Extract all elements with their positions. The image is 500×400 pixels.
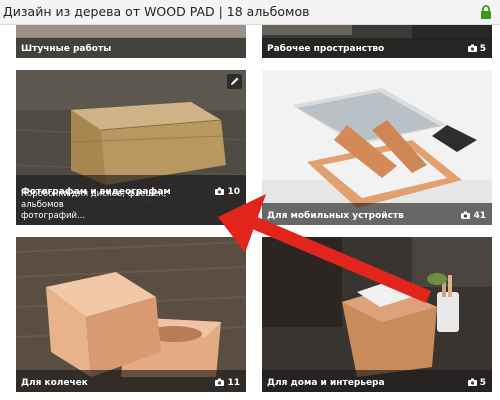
pencil-icon [231,77,239,85]
lock-icon [481,5,491,19]
camera-icon [467,378,477,386]
camera-icon [215,187,225,195]
album-card[interactable]: Фотографам и видеографам 10 Коробочки дл… [16,70,246,225]
page-header: Дизайн из дерева от WOOD PAD | 18 альбом… [0,0,500,25]
album-caption: Для колечек 11 [16,370,246,392]
album-caption: Штучные работы [16,38,246,58]
album-card[interactable]: Для колечек 11 [16,237,246,392]
photo-count-value: 41 [473,211,486,221]
photo-count: 11 [215,378,240,388]
photo-count-value: 10 [227,187,240,197]
album-description: Коробочки для дисков, флешек, альбомов ф… [21,189,167,221]
album-title: Штучные работы [21,44,112,54]
album-caption: Для дома и интерьера 5 [262,370,492,392]
album-caption: Для мобильных устройств 41 [262,203,492,225]
camera-icon [467,44,477,52]
photo-count-value: 5 [479,378,486,388]
album-card[interactable]: Штучные работы [16,25,246,58]
album-title: Для мобильных устройств [267,211,404,221]
photo-count: 41 [461,211,486,221]
camera-icon [461,211,471,219]
page-title: Дизайн из дерева от WOOD PAD | 18 альбом… [3,4,310,19]
photo-count-value: 11 [227,378,240,388]
album-cover [16,237,246,392]
edit-button[interactable] [227,74,242,89]
album-card[interactable]: Для мобильных устройств 41 [262,70,492,225]
photo-count: 10 [215,187,240,197]
photo-count: 5 [467,44,486,54]
camera-icon [215,378,225,386]
album-card[interactable]: Рабочее пространство 5 [262,25,492,58]
album-cover [262,70,492,225]
album-caption: Рабочее пространство 5 [262,38,492,58]
photo-count-value: 5 [479,44,486,54]
album-title: Рабочее пространство [267,44,385,54]
photo-count: 5 [467,378,486,388]
album-cover [262,237,492,392]
album-caption: Фотографам и видеографам 10 Коробочки дл… [16,175,246,225]
album-card[interactable]: Для дома и интерьера 5 [262,237,492,392]
album-title: Для дома и интерьера [267,378,385,388]
album-title: Для колечек [21,378,88,388]
